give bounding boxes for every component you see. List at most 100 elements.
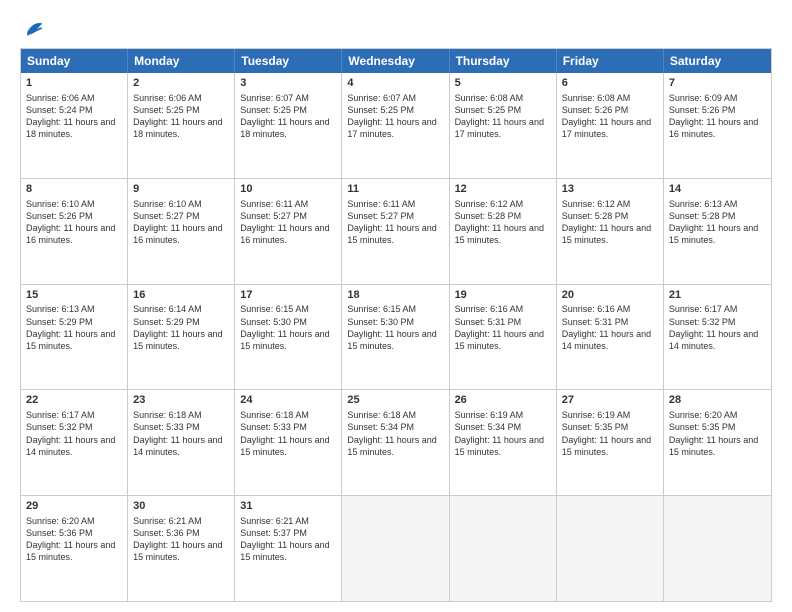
calendar-header: SundayMondayTuesdayWednesdayThursdayFrid…: [21, 49, 771, 73]
calendar-cell: 13 Sunrise: 6:12 AM Sunset: 5:28 PM Dayligh…: [557, 179, 664, 284]
sunrise: Sunrise: 6:06 AM: [133, 93, 202, 103]
daylight: Daylight: 11 hours and 15 minutes.: [26, 540, 115, 562]
day-number: 27: [562, 393, 658, 408]
sunrise: Sunrise: 6:21 AM: [240, 516, 309, 526]
daylight: Daylight: 11 hours and 17 minutes.: [347, 117, 436, 139]
sunset: Sunset: 5:26 PM: [26, 211, 93, 221]
daylight: Daylight: 11 hours and 15 minutes.: [347, 435, 436, 457]
calendar-cell: [664, 496, 771, 601]
day-number: 24: [240, 393, 336, 408]
daylight: Daylight: 11 hours and 14 minutes.: [562, 329, 651, 351]
calendar-cell: 7Sunrise: 6:09 AMSunset: 5:26 PMDaylight…: [664, 73, 771, 178]
day-number: 7: [669, 76, 766, 91]
sunrise: Sunrise: 6:17 AM: [26, 410, 95, 420]
day-number: 22: [26, 393, 122, 408]
sunrise: Sunrise: 6:20 AM: [26, 516, 95, 526]
daylight: Daylight: 11 hours and 15 minutes.: [562, 223, 651, 245]
calendar-cell: [342, 496, 449, 601]
day-number: 1: [26, 76, 122, 91]
daylight: Daylight: 11 hours and 16 minutes.: [240, 223, 329, 245]
day-number: 13: [562, 182, 658, 197]
calendar-cell: 30Sunrise: 6:21 AMSunset: 5:36 PMDayligh…: [128, 496, 235, 601]
daylight: Daylight: 11 hours and 18 minutes.: [240, 117, 329, 139]
calendar-cell: 16Sunrise: 6:14 AMSunset: 5:29 PMDayligh…: [128, 285, 235, 390]
sunset: Sunset: 5:34 PM: [347, 422, 414, 432]
calendar-cell: 4Sunrise: 6:07 AMSunset: 5:25 PMDaylight…: [342, 73, 449, 178]
calendar-cell: 19Sunrise: 6:16 AMSunset: 5:31 PMDayligh…: [450, 285, 557, 390]
calendar-cell: 24 Sunrise: 6:18 AM Sunset: 5:33 PM Dayligh…: [235, 390, 342, 495]
header-day-thursday: Thursday: [450, 49, 557, 73]
day-number: 10: [240, 182, 336, 197]
daylight: Daylight: 11 hours and 15 minutes.: [133, 540, 222, 562]
sunset: Sunset: 5:33 PM: [240, 422, 307, 432]
sunset: Sunset: 5:28 PM: [562, 211, 629, 221]
calendar-row-2: 8Sunrise: 6:10 AMSunset: 5:26 PMDaylight…: [21, 178, 771, 284]
sunrise: Sunrise: 6:16 AM: [562, 304, 631, 314]
daylight: Daylight: 11 hours and 15 minutes.: [455, 223, 544, 245]
calendar-cell: 3Sunrise: 6:07 AMSunset: 5:25 PMDaylight…: [235, 73, 342, 178]
sunrise: Sunrise: 6:09 AM: [669, 93, 738, 103]
day-number: 6: [562, 76, 658, 91]
sunset: Sunset: 5:29 PM: [26, 317, 93, 327]
sunrise: Sunrise: 6:12 AM: [562, 199, 631, 209]
calendar-cell: 18Sunrise: 6:15 AMSunset: 5:30 PMDayligh…: [342, 285, 449, 390]
sunrise: Sunrise: 6:18 AM: [240, 410, 309, 420]
sunset: Sunset: 5:35 PM: [669, 422, 736, 432]
header-day-monday: Monday: [128, 49, 235, 73]
sunrise: Sunrise: 6:21 AM: [133, 516, 202, 526]
sunset: Sunset: 5:24 PM: [26, 105, 93, 115]
day-number: 4: [347, 76, 443, 91]
sunset: Sunset: 5:34 PM: [455, 422, 522, 432]
daylight: Daylight: 11 hours and 15 minutes.: [240, 329, 329, 351]
logo-bird-icon: [22, 18, 44, 40]
calendar-cell: 14Sunrise: 6:13 AMSunset: 5:28 PMDayligh…: [664, 179, 771, 284]
day-number: 16: [133, 288, 229, 303]
calendar-cell: 20Sunrise: 6:16 AMSunset: 5:31 PMDayligh…: [557, 285, 664, 390]
calendar: SundayMondayTuesdayWednesdayThursdayFrid…: [20, 48, 772, 602]
daylight: Daylight: 11 hours and 15 minutes.: [240, 435, 329, 457]
day-number: 12: [455, 182, 551, 197]
daylight: Daylight: 11 hours and 18 minutes.: [133, 117, 222, 139]
calendar-cell: 12Sunrise: 6:12 AMSunset: 5:28 PMDayligh…: [450, 179, 557, 284]
sunset: Sunset: 5:29 PM: [133, 317, 200, 327]
day-number: 29: [26, 499, 122, 514]
daylight: Daylight: 11 hours and 14 minutes.: [26, 435, 115, 457]
calendar-cell: 5Sunrise: 6:08 AMSunset: 5:25 PMDaylight…: [450, 73, 557, 178]
daylight: Daylight: 11 hours and 16 minutes.: [133, 223, 222, 245]
sunrise: Sunrise: 6:20 AM: [669, 410, 738, 420]
day-number: 19: [455, 288, 551, 303]
sunset: Sunset: 5:36 PM: [133, 528, 200, 538]
daylight: Daylight: 11 hours and 15 minutes.: [455, 435, 544, 457]
daylight: Daylight: 11 hours and 16 minutes.: [669, 117, 758, 139]
daylight: Daylight: 11 hours and 15 minutes.: [669, 223, 758, 245]
header-day-wednesday: Wednesday: [342, 49, 449, 73]
sunset: Sunset: 5:27 PM: [133, 211, 200, 221]
sunset: Sunset: 5:37 PM: [240, 528, 307, 538]
sunset: Sunset: 5:28 PM: [669, 211, 736, 221]
sunrise: Sunrise: 6:07 AM: [240, 93, 309, 103]
page: SundayMondayTuesdayWednesdayThursdayFrid…: [0, 0, 792, 612]
calendar-cell: 25Sunrise: 6:18 AMSunset: 5:34 PMDayligh…: [342, 390, 449, 495]
day-number: 15: [26, 288, 122, 303]
daylight: Daylight: 11 hours and 15 minutes.: [133, 329, 222, 351]
sunrise: Sunrise: 6:15 AM: [240, 304, 309, 314]
daylight: Daylight: 11 hours and 15 minutes.: [347, 223, 436, 245]
day-number: 28: [669, 393, 766, 408]
day-number: 8: [26, 182, 122, 197]
header-day-sunday: Sunday: [21, 49, 128, 73]
sunrise: Sunrise: 6:17 AM: [669, 304, 738, 314]
sunset: Sunset: 5:33 PM: [133, 422, 200, 432]
day-number: 14: [669, 182, 766, 197]
daylight: Daylight: 11 hours and 15 minutes.: [669, 435, 758, 457]
sunrise: Sunrise: 6:07 AM: [347, 93, 416, 103]
day-number: 3: [240, 76, 336, 91]
daylight: Daylight: 11 hours and 15 minutes.: [455, 329, 544, 351]
calendar-cell: [450, 496, 557, 601]
calendar-body: 1 Sunrise: 6:06 AM Sunset: 5:24 PM Daylight…: [21, 73, 771, 601]
calendar-cell: 23Sunrise: 6:18 AMSunset: 5:33 PMDayligh…: [128, 390, 235, 495]
daylight: Daylight: 11 hours and 16 minutes.: [26, 223, 115, 245]
daylight: Daylight: 11 hours and 14 minutes.: [669, 329, 758, 351]
calendar-cell: [557, 496, 664, 601]
daylight: Daylight: 11 hours and 15 minutes.: [26, 329, 115, 351]
sunset: Sunset: 5:30 PM: [347, 317, 414, 327]
